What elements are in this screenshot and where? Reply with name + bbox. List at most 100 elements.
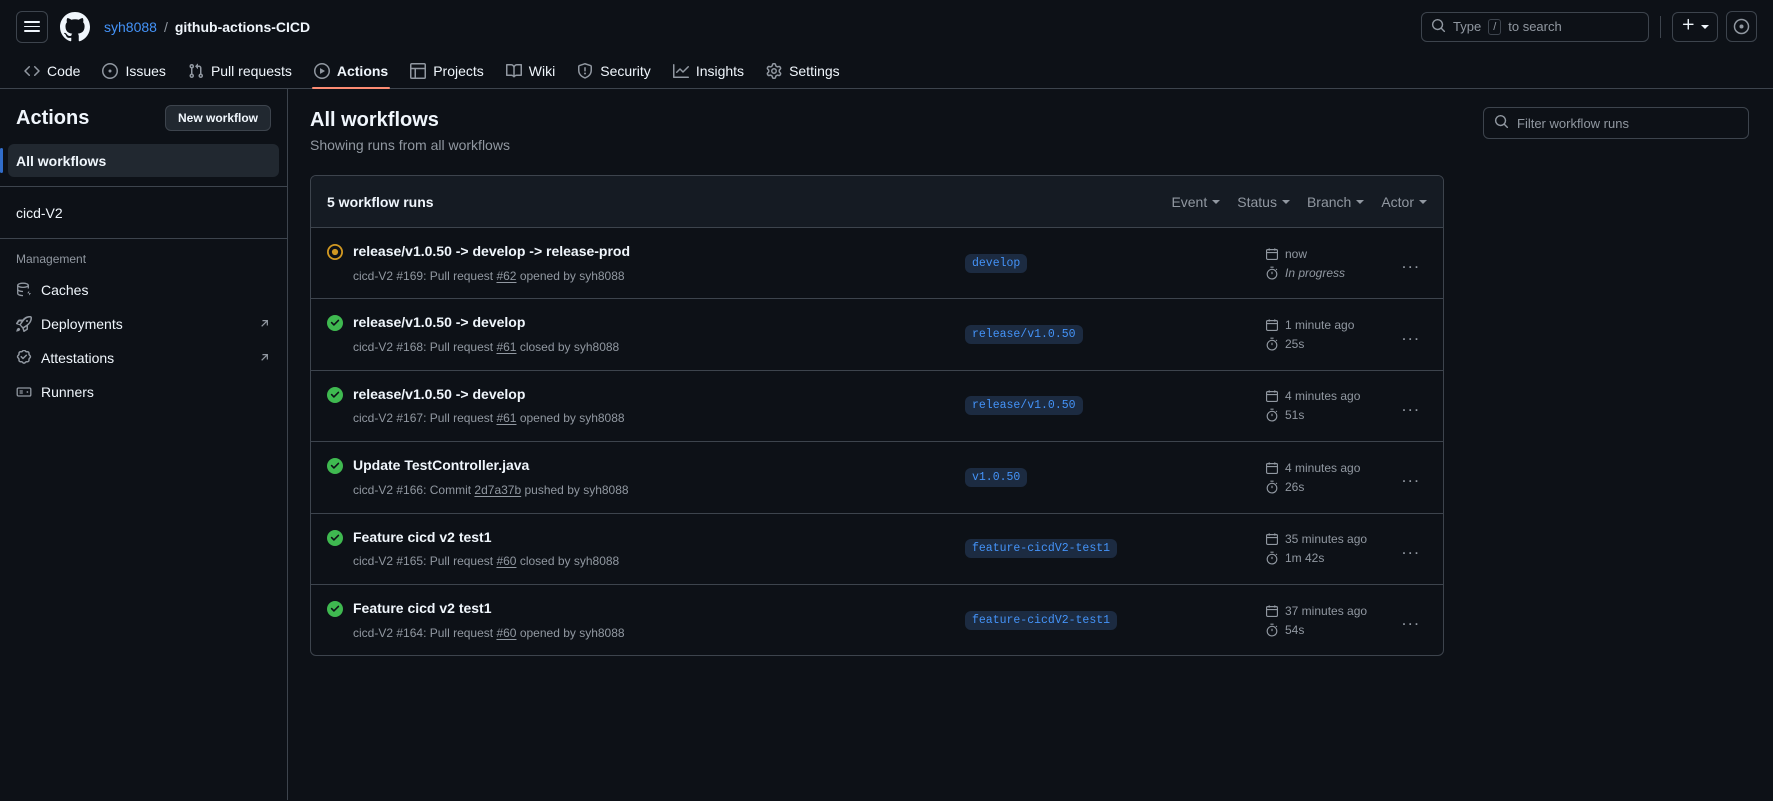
branch-badge[interactable]: release/v1.0.50 xyxy=(965,325,1083,345)
nav-tab-label: Security xyxy=(600,62,651,79)
stopwatch-icon xyxy=(1265,623,1279,637)
run-duration-label: 25s xyxy=(1285,337,1305,352)
create-new-button[interactable] xyxy=(1672,11,1718,42)
sidebar-header: Actions New workflow xyxy=(0,105,287,143)
nav-tab-label: Settings xyxy=(789,62,840,79)
run-event-prefix: Pull request xyxy=(429,554,494,569)
nav-tab-security[interactable]: Security xyxy=(567,53,661,88)
search-input[interactable]: Type / to search xyxy=(1421,11,1649,42)
sidebar-item-label: cicd-V2 xyxy=(16,204,63,221)
run-title[interactable]: Feature cicd v2 test1 xyxy=(353,599,625,619)
run-workflow-name: cicd-V2 xyxy=(353,268,394,283)
run-more-options-button[interactable]: ... xyxy=(1395,610,1427,630)
nav-tab-settings[interactable]: Settings xyxy=(756,53,850,88)
run-branch: release/v1.0.50 xyxy=(965,325,1265,345)
branch-badge[interactable]: develop xyxy=(965,253,1028,273)
breadcrumb-owner[interactable]: syh8088 xyxy=(104,19,157,35)
nav-tab-insights[interactable]: Insights xyxy=(663,53,754,88)
avatar[interactable] xyxy=(1726,11,1757,42)
run-event-prefix: Pull request xyxy=(429,339,494,354)
run-event-ref-link[interactable]: #60 xyxy=(496,554,516,568)
table-row[interactable]: Feature cicd v2 test1 cicd-V2 #164: Pull… xyxy=(311,585,1443,655)
filter-actor-dropdown[interactable]: Actor xyxy=(1381,194,1427,210)
workflow-runs-count: 5 workflow runs xyxy=(327,193,434,210)
run-branch: v1.0.50 xyxy=(965,467,1265,487)
sidebar-item-label: Runners xyxy=(41,383,94,400)
run-info: Feature cicd v2 test1 cicd-V2 #164: Pull… xyxy=(327,599,965,641)
nav-tab-label: Actions xyxy=(336,62,389,79)
breadcrumb-repo[interactable]: github-actions-CICD xyxy=(175,19,310,35)
new-workflow-button[interactable]: New workflow xyxy=(164,105,271,131)
run-title[interactable]: Feature cicd v2 test1 xyxy=(353,528,619,548)
run-event-ref-link[interactable]: #62 xyxy=(496,269,516,283)
calendar-icon xyxy=(1265,247,1279,261)
sidebar-item-label: Deployments xyxy=(41,315,123,332)
run-event-ref-link[interactable]: #60 xyxy=(496,626,516,640)
run-more-options-button[interactable]: ... xyxy=(1395,253,1427,273)
table-row[interactable]: Feature cicd v2 test1 cicd-V2 #165: Pull… xyxy=(311,514,1443,585)
run-number: #167 xyxy=(396,411,424,426)
run-more-options-button[interactable]: ... xyxy=(1395,467,1427,487)
run-event-ref-link[interactable]: #61 xyxy=(496,411,516,425)
run-workflow-name: cicd-V2 xyxy=(353,482,394,497)
table-row[interactable]: release/v1.0.50 -> develop -> release-pr… xyxy=(311,228,1443,300)
hamburger-menu-button[interactable] xyxy=(16,10,48,43)
filter-workflow-runs-input[interactable]: Filter workflow runs xyxy=(1483,107,1749,139)
run-timing: 37 minutes ago 54s xyxy=(1265,604,1395,637)
run-event-ref-link[interactable]: 2d7a37b xyxy=(474,483,521,497)
run-meta: cicd-V2 #167: Pull request #61 opened by… xyxy=(353,411,625,426)
nav-tab-actions[interactable]: Actions xyxy=(304,53,398,89)
run-branch: feature-cicdV2-test1 xyxy=(965,539,1265,559)
filter-branch-dropdown[interactable]: Branch xyxy=(1307,194,1365,210)
run-more-options-button[interactable]: ... xyxy=(1395,325,1427,345)
sidebar-item-cicd-v2[interactable]: cicd-V2 xyxy=(8,196,279,229)
branch-badge[interactable]: release/v1.0.50 xyxy=(965,396,1083,416)
stopwatch-icon xyxy=(1265,408,1279,422)
run-title[interactable]: release/v1.0.50 -> develop xyxy=(353,313,619,333)
verified-icon xyxy=(16,349,32,366)
run-info: release/v1.0.50 -> develop -> release-pr… xyxy=(327,242,965,284)
run-more-options-button[interactable]: ... xyxy=(1395,396,1427,416)
run-title[interactable]: release/v1.0.50 -> develop -> release-pr… xyxy=(353,242,630,262)
github-logo-icon[interactable] xyxy=(60,11,92,43)
calendar-icon xyxy=(1265,532,1279,546)
run-title[interactable]: release/v1.0.50 -> develop xyxy=(353,385,625,405)
plus-icon xyxy=(1681,17,1696,37)
sidebar-item-attestations[interactable]: Attestations xyxy=(8,341,279,374)
nav-tab-projects[interactable]: Projects xyxy=(400,53,494,88)
table-row[interactable]: release/v1.0.50 -> develop cicd-V2 #167:… xyxy=(311,371,1443,443)
run-event-prefix: Pull request xyxy=(429,268,494,283)
nav-tab-code[interactable]: Code xyxy=(14,53,90,88)
nav-tab-pull-requests[interactable]: Pull requests xyxy=(178,53,302,88)
filter-event-dropdown[interactable]: Event xyxy=(1171,194,1221,210)
run-event-ref-link[interactable]: #61 xyxy=(496,340,516,354)
run-more-options-button[interactable]: ... xyxy=(1395,539,1427,559)
breadcrumb: syh8088 / github-actions-CICD xyxy=(104,19,310,35)
branch-badge[interactable]: feature-cicdV2-test1 xyxy=(965,539,1118,559)
sidebar-item-runners[interactable]: Runners xyxy=(8,375,279,408)
run-number: #165 xyxy=(396,554,424,569)
sidebar-item-caches[interactable]: Caches xyxy=(8,273,279,306)
run-meta: cicd-V2 #166: Commit 2d7a37b pushed by s… xyxy=(353,482,629,497)
run-event-prefix: Commit xyxy=(429,482,472,497)
calendar-icon xyxy=(1265,389,1279,403)
branch-badge[interactable]: feature-cicdV2-test1 xyxy=(965,610,1118,630)
run-meta: cicd-V2 #165: Pull request #60 closed by… xyxy=(353,554,620,569)
table-row[interactable]: Update TestController.java cicd-V2 #166:… xyxy=(311,442,1443,514)
sidebar-item-deployments[interactable]: Deployments xyxy=(8,307,279,340)
nav-tab-label: Projects xyxy=(433,62,484,79)
run-timing: 1 minute ago 25s xyxy=(1265,318,1395,351)
run-created-at: 35 minutes ago xyxy=(1265,532,1395,546)
nav-tab-issues[interactable]: Issues xyxy=(92,53,175,88)
search-prefix-label: Type xyxy=(1453,19,1482,34)
run-event-suffix: opened by syh8088 xyxy=(519,268,625,283)
search-icon xyxy=(1494,114,1509,132)
header-actions: Type / to search xyxy=(1421,11,1757,42)
page-heading-block: All workflows Showing runs from all work… xyxy=(310,107,510,153)
nav-tab-wiki[interactable]: Wiki xyxy=(496,53,565,88)
sidebar-item-all-workflows[interactable]: All workflows xyxy=(0,144,279,177)
branch-badge[interactable]: v1.0.50 xyxy=(965,467,1028,487)
filter-status-dropdown[interactable]: Status xyxy=(1237,194,1290,210)
run-title[interactable]: Update TestController.java xyxy=(353,456,629,476)
table-row[interactable]: release/v1.0.50 -> develop cicd-V2 #168:… xyxy=(311,299,1443,371)
